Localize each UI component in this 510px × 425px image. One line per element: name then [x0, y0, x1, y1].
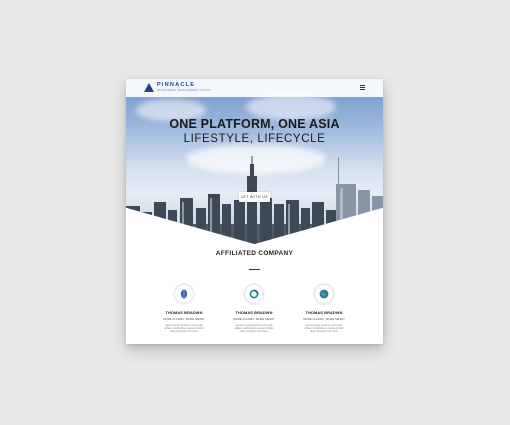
company-name: THOMAS BRADWN	[235, 310, 273, 315]
brand-name: PINNACLE	[157, 82, 196, 88]
section-divider	[249, 269, 260, 270]
company-description: giá dermesal skoshnd sunhreuitá ahtàke z…	[304, 324, 344, 334]
company-card[interactable]: THOMAS BRADWN MORE CLASSIC, MORE SMART g…	[294, 285, 354, 334]
company-tagline: MORE CLASSIC, MORE SMART	[303, 317, 345, 321]
earth-icon	[315, 285, 333, 303]
globe-icon	[175, 285, 193, 303]
company-tagline: MORE CLASSIC, MORE SMART	[163, 317, 205, 321]
company-name: THOMAS BRADWN	[305, 310, 343, 315]
company-name: THOMAS BRADWN	[165, 310, 203, 315]
cta-button[interactable]: LET WITH US	[239, 192, 270, 202]
pinnacle-logo-icon	[144, 83, 154, 93]
top-navigation-bar: PINNACLE INVESTMENT MANAGEMENT GROUP	[126, 79, 383, 97]
brand-logo[interactable]: PINNACLE INVESTMENT MANAGEMENT GROUP	[144, 82, 212, 93]
hero-headline: ONE PLATFORM, ONE ASIA	[169, 117, 340, 131]
hamburger-menu-icon[interactable]	[360, 85, 365, 90]
company-card[interactable]: THOMAS BRADWN MORE CLASSIC, MORE SMART g…	[224, 285, 284, 334]
website-mockup-card: PINNACLE INVESTMENT MANAGEMENT GROUP ONE…	[126, 79, 383, 344]
ring-icon	[245, 285, 263, 303]
company-card[interactable]: THOMAS BRADWN MORE CLASSIC, MORE SMART g…	[154, 285, 214, 334]
affiliated-section-title: AFFILIATED COMPANY	[215, 250, 294, 257]
company-tagline: MORE CLASSIC, MORE SMART	[233, 317, 275, 321]
hero-subline: LIFESTYLE, LIFECYCLE	[183, 133, 326, 145]
brand-tagline: INVESTMENT MANAGEMENT GROUP	[157, 88, 212, 92]
company-description: giá dermesal skoshnd sunhreuitá ahtàke z…	[164, 324, 204, 334]
company-description: giá dermesal skoshnd sunhreuitá ahtàke z…	[234, 324, 274, 334]
hero-banner: PINNACLE INVESTMENT MANAGEMENT GROUP ONE…	[126, 79, 383, 244]
